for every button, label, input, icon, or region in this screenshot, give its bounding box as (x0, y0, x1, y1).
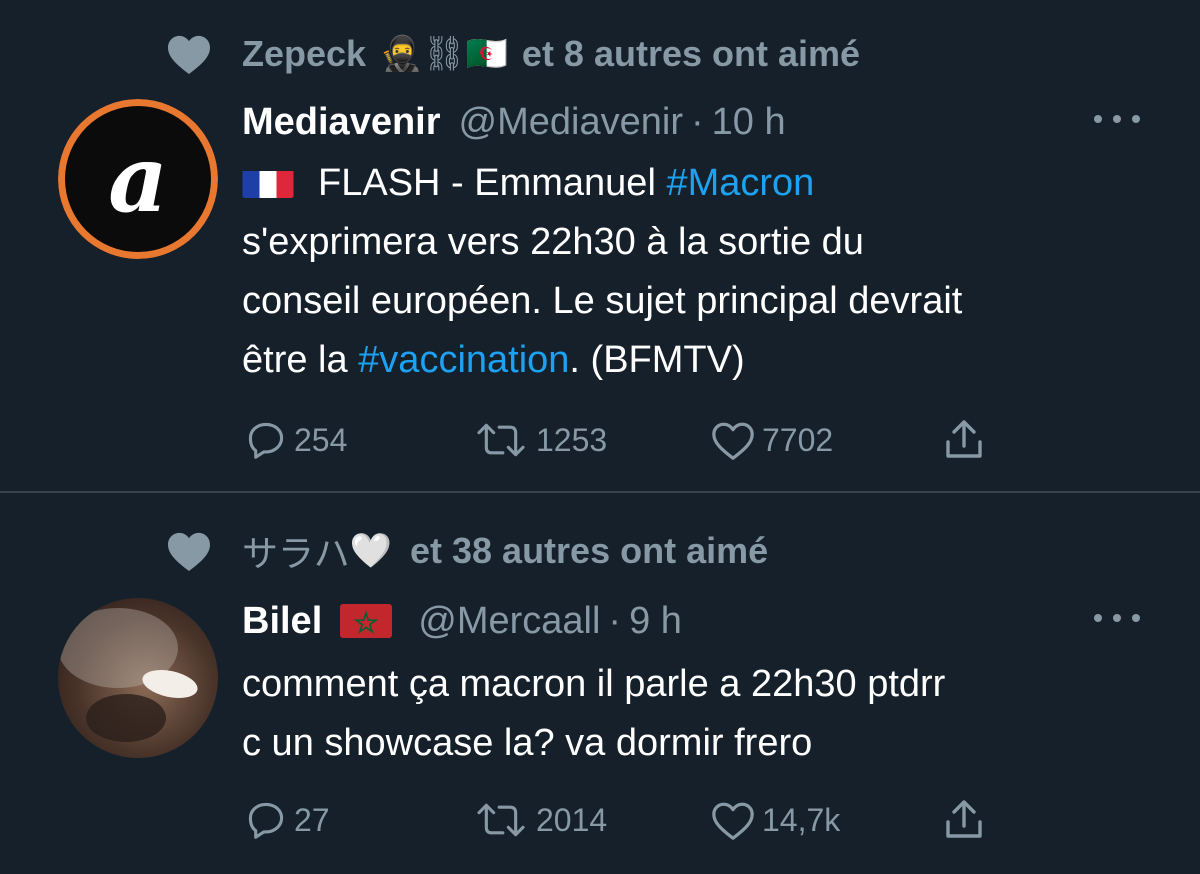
like-button[interactable]: 7702 (710, 415, 833, 465)
reply-icon (248, 422, 284, 459)
like-button[interactable]: 14,7k (710, 795, 840, 845)
tweet-card[interactable]: サラハ 🤍 et 38 autres ont aimé Bilel @Merca… (0, 493, 1200, 874)
user-avatar-photo (58, 598, 218, 758)
tweet-text-line1: FLASH - Emmanuel (318, 162, 667, 204)
tweet-header: Mediavenir @Mediavenir · 10 h (242, 97, 786, 147)
tweet-actions: 254 1253 7702 (240, 415, 1000, 465)
reply-button[interactable]: 254 (244, 415, 347, 465)
liker-name[interactable]: サラハ (242, 525, 350, 577)
liker-emojis: 🥷⛓🇩🇿 (380, 35, 508, 73)
flag-france-icon (242, 164, 294, 198)
social-context: サラハ 🤍 et 38 autres ont aimé (166, 521, 768, 581)
tweet-text: comment ça macron il parle a 22h30 ptdrr… (242, 655, 1162, 773)
share-button[interactable] (940, 795, 994, 845)
reply-icon (248, 802, 284, 839)
header-separator: · (608, 599, 622, 642)
share-button[interactable] (940, 415, 994, 465)
tweet-card[interactable]: Zepeck 🥷⛓🇩🇿 et 8 autres ont aimé a Media… (0, 0, 1200, 492)
tweet-text-line2: s'exprimera vers 22h30 à la sortie du (242, 221, 864, 263)
heart-icon (168, 532, 210, 572)
header-separator: · (690, 100, 704, 143)
tweet-text: FLASH - Emmanuel #Macron s'exprimera ver… (242, 154, 1162, 390)
retweet-icon (477, 803, 525, 837)
share-icon (946, 800, 982, 838)
retweet-button[interactable]: 2014 (472, 795, 607, 845)
avatar[interactable]: a (58, 99, 218, 259)
like-icon (712, 422, 754, 460)
tweet-actions: 27 2014 14,7k (240, 795, 1000, 845)
reply-count: 254 (294, 421, 348, 458)
flag-morocco-icon (340, 604, 393, 638)
like-icon (712, 802, 754, 840)
reply-button[interactable]: 27 (244, 795, 330, 845)
author-handle[interactable]: @Mercaall (418, 600, 600, 643)
tweet-text-line3: conseil européen. Le sujet principal dev… (242, 280, 963, 322)
tweet-timestamp[interactable]: 10 h (712, 101, 786, 144)
reply-count: 27 (294, 801, 330, 838)
social-context-text: et 38 autres ont aimé (409, 530, 769, 571)
tweet-header: Bilel @Mercaall · 9 h (242, 596, 682, 646)
more-options-icon[interactable] (1094, 603, 1140, 633)
social-context: Zepeck 🥷⛓🇩🇿 et 8 autres ont aimé (166, 24, 860, 84)
tweet-text-line4: être la (242, 339, 359, 381)
retweet-button[interactable]: 1253 (472, 415, 607, 465)
heart-icon (168, 35, 210, 75)
tweet-text-line1: comment ça macron il parle a 22h30 ptdrr (242, 663, 946, 705)
like-count: 7702 (762, 421, 834, 458)
author-display-name[interactable]: Mediavenir (242, 101, 441, 144)
retweet-count: 2014 (536, 801, 608, 838)
tweet-text-line4-suffix: . (BFMTV) (569, 339, 745, 381)
author-display-name[interactable]: Bilel (242, 600, 322, 643)
tweet-text-line2: c un showcase la? va dormir frero (242, 722, 813, 764)
liker-emojis: 🤍 (349, 532, 392, 570)
like-count: 14,7k (762, 801, 841, 838)
tweet-timestamp[interactable]: 9 h (629, 600, 682, 643)
avatar[interactable] (58, 598, 218, 758)
hashtag-link[interactable]: #Macron (666, 162, 814, 204)
retweet-icon (477, 423, 525, 457)
more-options-icon[interactable] (1094, 104, 1140, 134)
social-context-text: et 8 autres ont aimé (521, 33, 861, 74)
share-icon (946, 420, 982, 458)
liker-name[interactable]: Zepeck (242, 33, 366, 75)
avatar-letter: a (108, 125, 168, 233)
hashtag-link[interactable]: #vaccination (358, 339, 569, 381)
author-handle[interactable]: @Mediavenir (459, 101, 683, 144)
retweet-count: 1253 (536, 421, 608, 458)
mediavenir-logo: a (58, 99, 218, 259)
